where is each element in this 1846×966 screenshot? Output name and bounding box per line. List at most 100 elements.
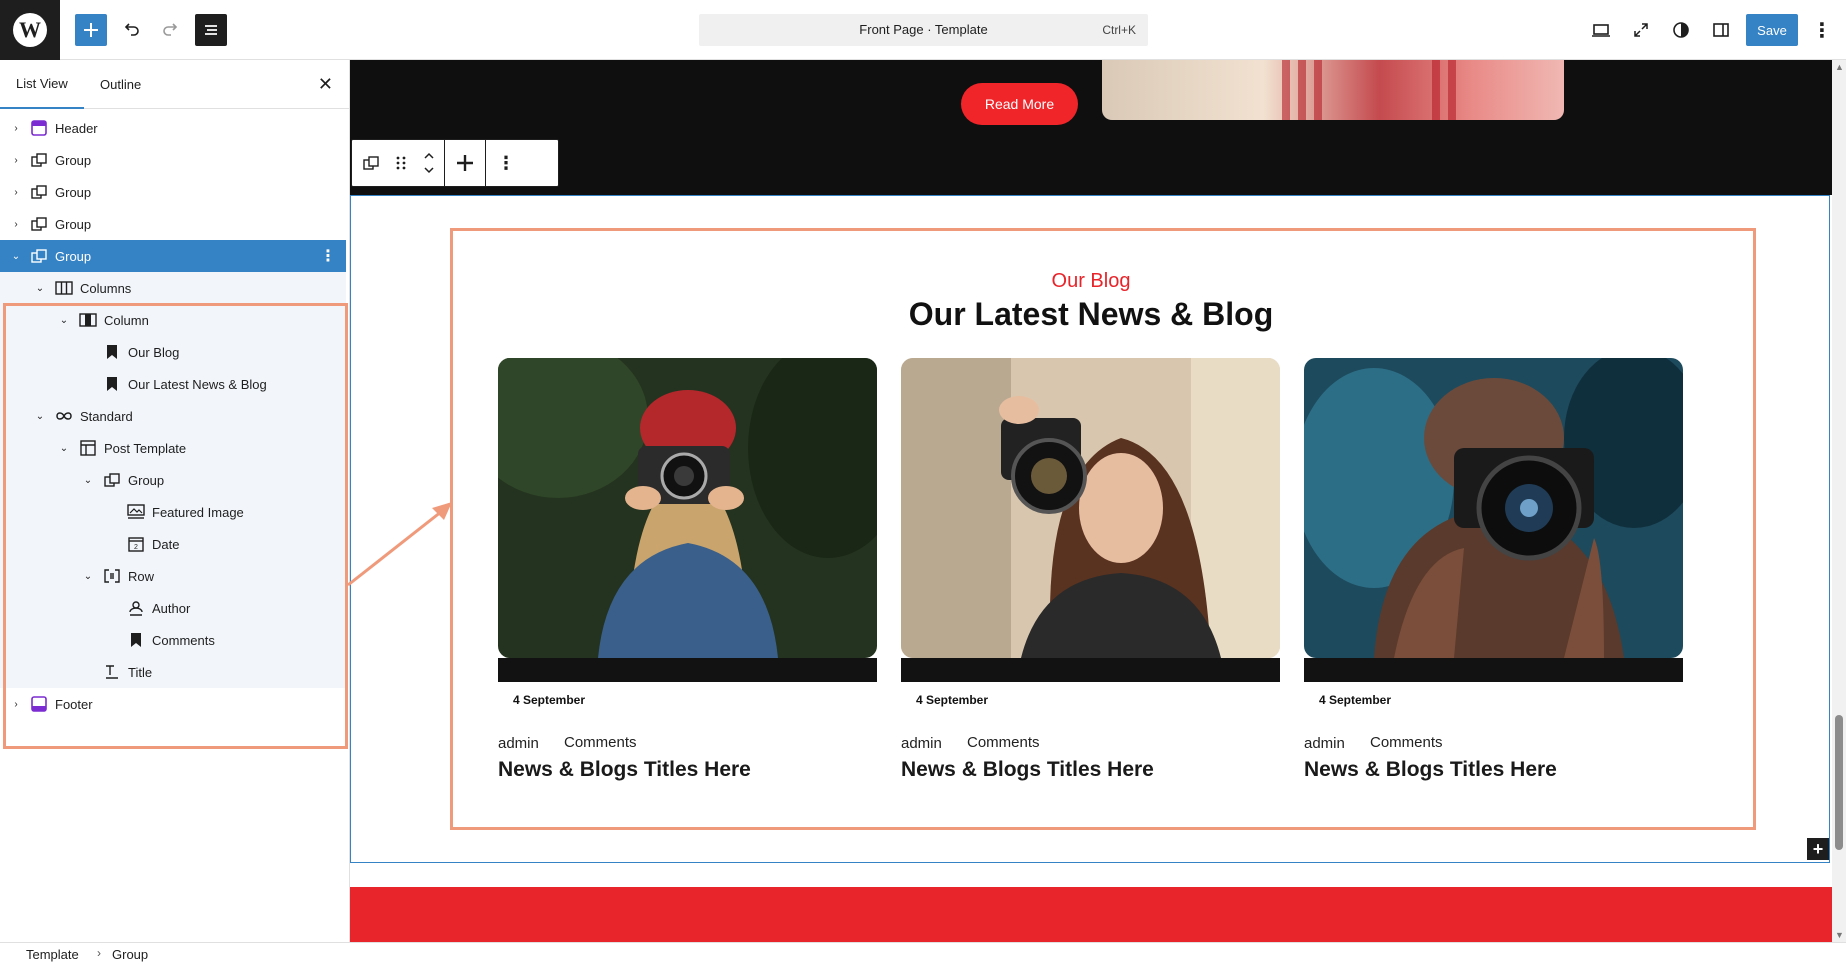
tree-item-group[interactable]: ⌄ Group (0, 464, 346, 496)
close-sidebar-icon[interactable]: ✕ (318, 74, 333, 95)
add-block-button[interactable] (75, 14, 107, 46)
featured-image-icon (126, 502, 146, 522)
featured-image[interactable] (498, 358, 877, 658)
tree-item-row[interactable]: ⌄ Row (0, 560, 346, 592)
card-meta-bar (901, 658, 1280, 682)
chevron-down-icon[interactable]: ⌄ (80, 472, 96, 488)
command-palette-button[interactable]: Front Page · Template Ctrl+K (699, 14, 1148, 46)
post-date[interactable]: 4 September (1319, 693, 1391, 707)
chevron-right-icon[interactable]: › (8, 696, 24, 712)
chevron-right-icon[interactable]: › (8, 152, 24, 168)
tree-item-label: Comments (152, 632, 215, 648)
post-title[interactable]: News & Blogs Titles Here (498, 758, 751, 782)
tab-outline[interactable]: Outline (84, 60, 157, 109)
chevron-down-icon[interactable]: ⌄ (56, 440, 72, 456)
post-date[interactable]: 4 September (513, 693, 585, 707)
desktop-view-button[interactable] (1585, 14, 1617, 46)
breadcrumb-group[interactable]: Group (112, 947, 148, 962)
chevron-right-icon[interactable]: › (8, 216, 24, 232)
tree-item-columns[interactable]: ⌄ Columns (0, 272, 346, 304)
tree-item-label: Our Blog (128, 344, 180, 360)
document-title: Front Page · Template (859, 22, 988, 37)
drag-handle[interactable] (390, 140, 412, 186)
tree-item-group[interactable]: › Group (0, 144, 346, 176)
group-icon (29, 214, 49, 234)
post-date[interactable]: 4 September (916, 693, 988, 707)
tree-item-label: Author (152, 600, 191, 616)
chevron-down-icon[interactable]: ⌄ (32, 280, 48, 296)
tree-item-label: Group (128, 472, 165, 488)
block-options-icon[interactable]: ⋮ (320, 246, 336, 266)
post-author[interactable]: admin (901, 735, 942, 752)
block-options-button[interactable]: ⋮ (486, 140, 526, 186)
post-author[interactable]: admin (1304, 735, 1345, 752)
title-icon (102, 662, 122, 682)
more-options-button[interactable]: ⋮ (1810, 14, 1834, 46)
featured-image[interactable] (1304, 358, 1683, 658)
tree-item-title[interactable]: Title (0, 656, 346, 688)
settings-sidebar-button[interactable] (1705, 14, 1737, 46)
wordpress-logo-button[interactable]: W (0, 0, 60, 60)
tree-item-group[interactable]: › Group (0, 208, 346, 240)
tree-item-our-latest-news[interactable]: Our Latest News & Blog (0, 368, 346, 400)
chevron-down-icon[interactable]: ⌄ (56, 312, 72, 328)
header-template-icon (29, 118, 49, 138)
block-type-button[interactable] (352, 140, 390, 186)
fullscreen-button[interactable] (1625, 14, 1657, 46)
row-icon (102, 566, 122, 586)
scrollbar-thumb[interactable] (1835, 715, 1843, 850)
post-comments[interactable]: Comments (1370, 734, 1443, 751)
tree-item-date[interactable]: 2 Date (0, 528, 346, 560)
tree-item-comments[interactable]: Comments (0, 624, 346, 656)
canvas-scrollbar[interactable]: ▲ ▼ (1832, 60, 1846, 942)
tree-item-group-selected[interactable]: ⌄ Group ⋮ (0, 240, 346, 272)
tree-item-group[interactable]: › Group (0, 176, 346, 208)
tree-item-label: Post Template (104, 440, 187, 456)
fullscreen-icon (1634, 23, 1648, 37)
list-view-toggle-button[interactable] (195, 14, 227, 46)
chevron-down-icon[interactable]: ⌄ (32, 408, 48, 424)
scroll-down-arrow-icon[interactable]: ▼ (1835, 930, 1844, 940)
command-shortcut-hint: Ctrl+K (1102, 23, 1136, 37)
tree-item-footer[interactable]: › Footer (0, 688, 346, 720)
block-alignment-button[interactable] (445, 140, 485, 186)
tree-item-post-template[interactable]: ⌄ Post Template (0, 432, 346, 464)
read-more-button[interactable]: Read More (961, 83, 1078, 125)
chevron-down-icon[interactable]: ⌄ (8, 248, 24, 264)
editor-top-toolbar: W Front Page · Template Ctrl+K Save ⋮ (0, 0, 1846, 60)
group-icon (363, 156, 379, 170)
breadcrumb-template[interactable]: Template (26, 947, 79, 962)
post-title[interactable]: News & Blogs Titles Here (901, 758, 1154, 782)
post-comments[interactable]: Comments (967, 734, 1040, 751)
featured-image[interactable] (901, 358, 1280, 658)
move-up-down-button[interactable] (414, 140, 444, 186)
scroll-up-arrow-icon[interactable]: ▲ (1835, 62, 1844, 72)
add-block-inline-button[interactable]: + (1807, 838, 1829, 860)
red-footer-section (350, 887, 1832, 942)
list-view-sidebar: List View Outline ✕ › Header › Group › G (0, 60, 350, 942)
tree-item-header[interactable]: › Header (0, 112, 346, 144)
blog-section-title[interactable]: Our Latest News & Blog (350, 296, 1832, 333)
more-options-icon: ⋮ (1812, 19, 1832, 42)
tree-item-standard[interactable]: ⌄ Standard (0, 400, 346, 432)
tree-item-author[interactable]: Author (0, 592, 346, 624)
save-button[interactable]: Save (1746, 14, 1798, 46)
bookmark-icon (102, 342, 122, 362)
blog-eyebrow-heading[interactable]: Our Blog (350, 270, 1832, 293)
chevron-right-icon[interactable]: › (8, 184, 24, 200)
block-breadcrumb: Template › Group (0, 942, 1846, 966)
chevron-right-icon[interactable]: › (8, 120, 24, 136)
redo-button[interactable] (155, 14, 187, 46)
tree-item-featured-image[interactable]: Featured Image (0, 496, 346, 528)
post-title[interactable]: News & Blogs Titles Here (1304, 758, 1557, 782)
styles-button[interactable] (1665, 14, 1697, 46)
move-up-down-icon (424, 152, 434, 174)
tree-item-our-blog[interactable]: Our Blog (0, 336, 346, 368)
chevron-down-icon[interactable]: ⌄ (80, 568, 96, 584)
tab-list-view[interactable]: List View (0, 60, 84, 109)
post-comments[interactable]: Comments (564, 734, 637, 751)
tree-item-label: Title (128, 664, 153, 680)
post-author[interactable]: admin (498, 735, 539, 752)
undo-button[interactable] (115, 14, 147, 46)
tree-item-column[interactable]: ⌄ Column (0, 304, 346, 336)
